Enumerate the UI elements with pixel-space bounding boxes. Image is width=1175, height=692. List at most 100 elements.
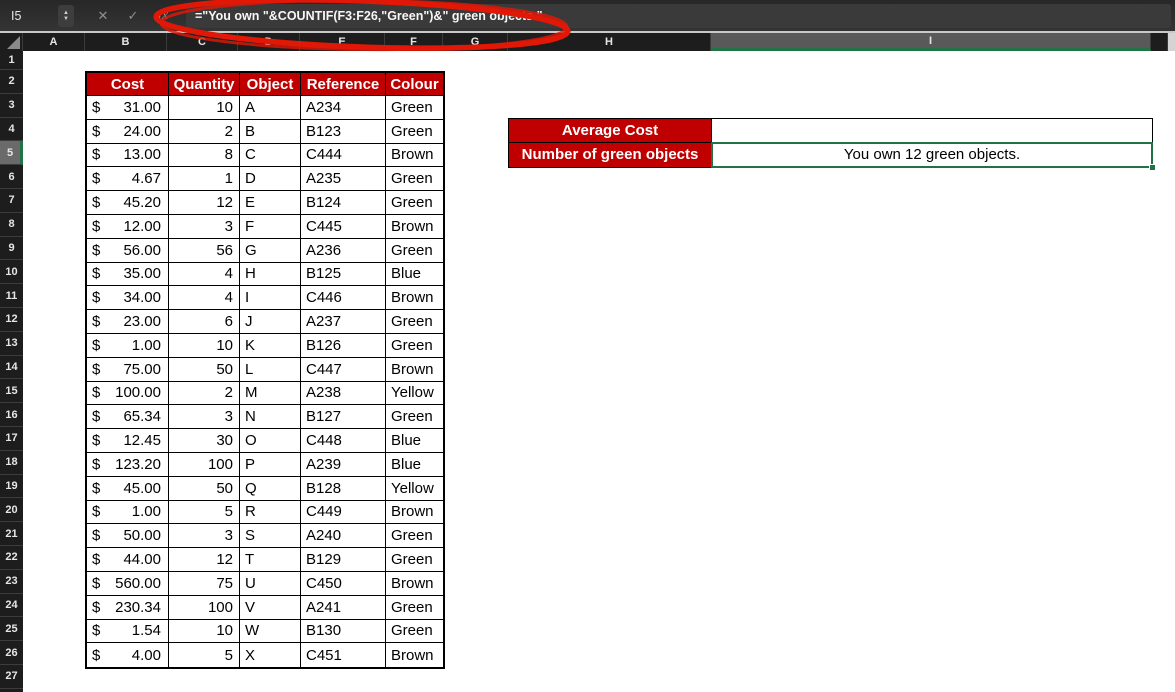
cell-cost[interactable]: $4.00: [87, 643, 169, 667]
row-header-13[interactable]: 13: [0, 332, 23, 356]
row-header-26[interactable]: 26: [0, 641, 23, 665]
column-header-a[interactable]: A: [23, 33, 85, 51]
data-table-header-cost[interactable]: Cost: [87, 73, 169, 96]
cell-quantity[interactable]: 10: [169, 334, 240, 358]
row-header-20[interactable]: 20: [0, 498, 23, 522]
cell-colour[interactable]: Brown: [386, 215, 443, 239]
cell-colour[interactable]: Green: [386, 334, 443, 358]
cell-quantity[interactable]: 12: [169, 548, 240, 572]
cell-cost[interactable]: $34.00: [87, 286, 169, 310]
cell-object[interactable]: G: [240, 239, 301, 263]
cell-object[interactable]: D: [240, 167, 301, 191]
cell-colour[interactable]: Green: [386, 239, 443, 263]
row-header-25[interactable]: 25: [0, 617, 23, 641]
cell-reference[interactable]: C449: [301, 501, 386, 525]
cell-colour[interactable]: Green: [386, 524, 443, 548]
cell-quantity[interactable]: 4: [169, 263, 240, 287]
cell-reference[interactable]: B126: [301, 334, 386, 358]
cell-object[interactable]: E: [240, 191, 301, 215]
cell-object[interactable]: Q: [240, 477, 301, 501]
cell-cost[interactable]: $12.45: [87, 429, 169, 453]
cell-cost[interactable]: $65.34: [87, 405, 169, 429]
cell-object[interactable]: X: [240, 643, 301, 667]
cell-colour[interactable]: Yellow: [386, 477, 443, 501]
cell-cost[interactable]: $100.00: [87, 382, 169, 406]
cell-object[interactable]: B: [240, 120, 301, 144]
cell-reference[interactable]: B125: [301, 263, 386, 287]
cell-quantity[interactable]: 12: [169, 191, 240, 215]
cell-colour[interactable]: Green: [386, 310, 443, 334]
cell-object[interactable]: U: [240, 572, 301, 596]
cell-colour[interactable]: Brown: [386, 572, 443, 596]
cell-cost[interactable]: $24.00: [87, 120, 169, 144]
data-table-header-reference[interactable]: Reference: [301, 73, 386, 96]
cell-colour[interactable]: Green: [386, 548, 443, 572]
column-header-i[interactable]: I: [711, 33, 1151, 51]
cell-reference[interactable]: A238: [301, 382, 386, 406]
row-header-24[interactable]: 24: [0, 594, 23, 618]
cell-quantity[interactable]: 100: [169, 596, 240, 620]
cell-cost[interactable]: $230.34: [87, 596, 169, 620]
spinner-down-icon[interactable]: ▼: [63, 16, 69, 22]
cell-quantity[interactable]: 50: [169, 477, 240, 501]
cell-cost[interactable]: $1.54: [87, 620, 169, 644]
row-header-11[interactable]: 11: [0, 284, 23, 308]
column-header-h[interactable]: H: [508, 33, 711, 51]
row-header-6[interactable]: 6: [0, 165, 23, 189]
cancel-icon[interactable]: ✕: [88, 8, 118, 24]
fill-handle[interactable]: [1149, 164, 1156, 171]
cell-reference[interactable]: B124: [301, 191, 386, 215]
row-header-1[interactable]: 1: [0, 51, 23, 70]
cell-object[interactable]: J: [240, 310, 301, 334]
summary-label[interactable]: Number of green objects: [509, 143, 712, 167]
row-header-15[interactable]: 15: [0, 379, 23, 403]
cell-i5-selected[interactable]: You own 12 green objects.: [712, 143, 1152, 167]
row-header-8[interactable]: 8: [0, 213, 23, 237]
data-table-header-object[interactable]: Object: [240, 73, 301, 96]
data-table-header-colour[interactable]: Colour: [386, 73, 443, 96]
cell-colour[interactable]: Brown: [386, 144, 443, 168]
cell-colour[interactable]: Blue: [386, 453, 443, 477]
cell-reference[interactable]: C446: [301, 286, 386, 310]
cell-reference[interactable]: C447: [301, 358, 386, 382]
cell-reference[interactable]: C444: [301, 144, 386, 168]
cell-object[interactable]: F: [240, 215, 301, 239]
cell-colour[interactable]: Blue: [386, 263, 443, 287]
cell-reference[interactable]: C451: [301, 643, 386, 667]
cell-reference[interactable]: A237: [301, 310, 386, 334]
name-box[interactable]: I5: [0, 9, 58, 23]
cell-quantity[interactable]: 4: [169, 286, 240, 310]
cell-object[interactable]: I: [240, 286, 301, 310]
cell-quantity[interactable]: 1: [169, 167, 240, 191]
row-header-7[interactable]: 7: [0, 189, 23, 213]
cell-cost[interactable]: $560.00: [87, 572, 169, 596]
cell-quantity[interactable]: 56: [169, 239, 240, 263]
cell-cost[interactable]: $45.20: [87, 191, 169, 215]
row-header-9[interactable]: 9: [0, 237, 23, 261]
cell-object[interactable]: S: [240, 524, 301, 548]
cell-object[interactable]: A: [240, 96, 301, 120]
cell-colour[interactable]: Brown: [386, 643, 443, 667]
cell-colour[interactable]: Green: [386, 191, 443, 215]
cell-cost[interactable]: $4.67: [87, 167, 169, 191]
cell-quantity[interactable]: 10: [169, 620, 240, 644]
cell-quantity[interactable]: 3: [169, 215, 240, 239]
cell-object[interactable]: T: [240, 548, 301, 572]
row-header-14[interactable]: 14: [0, 356, 23, 380]
cell-reference[interactable]: B128: [301, 477, 386, 501]
summary-label[interactable]: Average Cost: [509, 119, 712, 143]
cell-colour[interactable]: Green: [386, 596, 443, 620]
row-header-12[interactable]: 12: [0, 308, 23, 332]
cell-cost[interactable]: $23.00: [87, 310, 169, 334]
row-header-10[interactable]: 10: [0, 260, 23, 284]
cell-colour[interactable]: Blue: [386, 429, 443, 453]
sheet-grid[interactable]: CostQuantityObjectReferenceColour$31.001…: [23, 51, 1175, 692]
cell-cost[interactable]: $56.00: [87, 239, 169, 263]
cell-object[interactable]: C: [240, 144, 301, 168]
cell-cost[interactable]: $75.00: [87, 358, 169, 382]
cell-object[interactable]: W: [240, 620, 301, 644]
cell-cost[interactable]: $1.00: [87, 334, 169, 358]
column-header-c[interactable]: C: [167, 33, 238, 51]
cell-reference[interactable]: A236: [301, 239, 386, 263]
row-header-4[interactable]: 4: [0, 118, 23, 142]
